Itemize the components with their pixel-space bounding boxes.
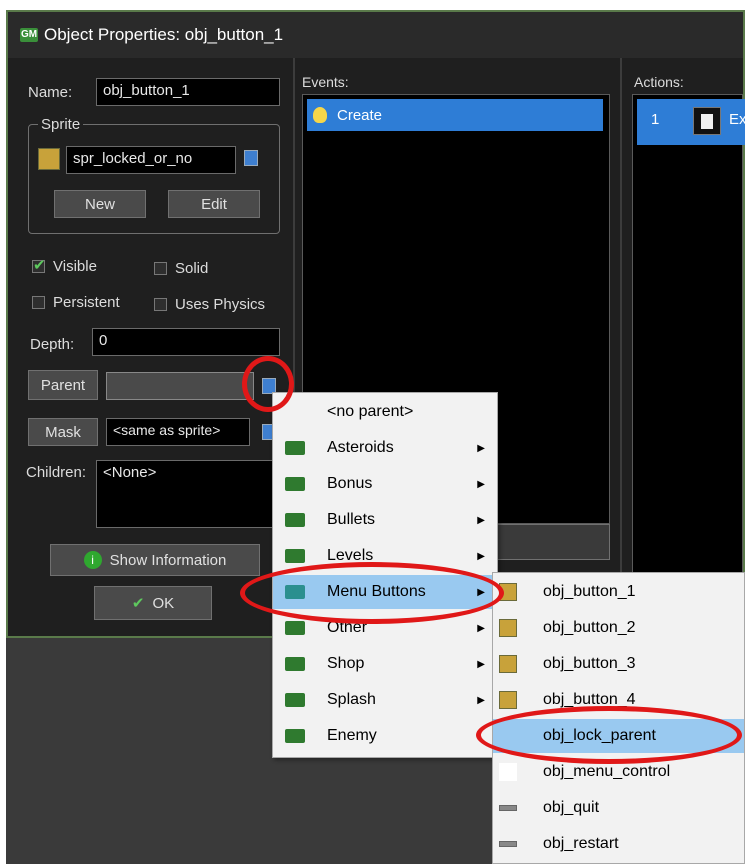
submenu-item-label: obj_button_1 [543, 583, 636, 600]
submenu-arrow-icon: ▶ [477, 478, 485, 490]
menu-item-enemy[interactable]: Enemy [273, 719, 497, 753]
sprite-new-button[interactable]: New [54, 190, 146, 218]
folder-icon [285, 621, 305, 635]
sprite-icon [499, 691, 517, 709]
menu-item-no-parent[interactable]: <no parent> [273, 395, 497, 429]
children-list[interactable]: <None> [96, 460, 280, 528]
persistent-checkbox[interactable]: Persistent [32, 294, 120, 311]
action-row-1[interactable]: 1 Ex [637, 99, 745, 145]
name-input[interactable]: obj_button_1 [96, 78, 280, 106]
menu-item-splash[interactable]: Splash ▶ [273, 683, 497, 717]
annotation-ring-parent-picker [242, 356, 294, 412]
uses-physics-label: Uses Physics [175, 296, 266, 313]
action-text: Ex [729, 111, 745, 128]
submenu-item-label: obj_button_3 [543, 655, 636, 672]
visible-checkbox[interactable]: Visible [32, 256, 97, 275]
folder-icon [285, 549, 305, 563]
menu-item-bonus[interactable]: Bonus ▶ [273, 467, 497, 501]
submenu-item-obj-restart[interactable]: obj_restart [493, 827, 744, 861]
menu-item-label: Bonus [327, 475, 373, 492]
folder-icon [285, 693, 305, 707]
submenu-arrow-icon: ▶ [477, 658, 485, 670]
persistent-label: Persistent [53, 294, 120, 311]
event-create-label: Create [337, 106, 383, 124]
mask-field[interactable]: <same as sprite> [106, 418, 250, 446]
folder-icon [285, 729, 305, 743]
children-label: Children: [26, 464, 87, 481]
solid-check-box [154, 262, 167, 275]
folder-icon [285, 441, 305, 455]
ok-label: OK [152, 594, 175, 612]
actions-list[interactable]: 1 Ex [632, 94, 745, 614]
visible-label: Visible [53, 258, 97, 275]
mask-button[interactable]: Mask [28, 418, 98, 446]
object-icon [499, 763, 517, 781]
submenu-item-label: obj_restart [543, 835, 619, 852]
submenu-item-obj-quit[interactable]: obj_quit [493, 791, 744, 825]
sprite-icon [499, 655, 517, 673]
submenu-arrow-icon: ▶ [477, 550, 485, 562]
name-label: Name: [28, 84, 73, 101]
sprite-edit-button[interactable]: Edit [168, 190, 260, 218]
info-icon: i [83, 551, 102, 569]
visible-check-icon [32, 256, 46, 274]
sprite-group-label: Sprite [38, 116, 84, 133]
column-separator-right [620, 58, 622, 636]
solid-checkbox[interactable]: Solid [154, 260, 208, 277]
actions-header: Actions: [634, 74, 684, 90]
submenu-item-obj-button-1[interactable]: obj_button_1 [493, 575, 744, 609]
folder-icon [285, 513, 305, 527]
solid-label: Solid [175, 260, 209, 277]
uses-physics-check-box [154, 298, 167, 311]
sprite-picker-icon[interactable] [244, 150, 258, 166]
show-information-button[interactable]: i Show Information [50, 544, 260, 576]
menu-item-label: Asteroids [327, 439, 394, 456]
menu-item-label: Splash [327, 691, 376, 708]
annotation-ring-menu-buttons [240, 562, 504, 624]
annotation-ring-lock-parent [476, 706, 742, 764]
submenu-item-label: obj_quit [543, 799, 600, 816]
submenu-item-obj-button-3[interactable]: obj_button_3 [493, 647, 744, 681]
submenu-item-label: obj_button_2 [543, 619, 636, 636]
depth-label: Depth: [30, 336, 75, 353]
submenu-arrow-icon: ▶ [477, 694, 485, 706]
ok-button[interactable]: ✔ OK [94, 586, 212, 620]
checkmark-icon: ✔ [131, 595, 145, 612]
menu-item-label: <no parent> [327, 403, 414, 420]
show-information-label: Show Information [109, 551, 227, 569]
sprite-thumbnail-icon [38, 148, 60, 170]
execute-code-icon [693, 107, 721, 135]
submenu-arrow-icon: ▶ [477, 514, 485, 526]
parent-button[interactable]: Parent [28, 370, 98, 400]
sprite-icon [499, 619, 517, 637]
folder-icon [285, 657, 305, 671]
menu-item-asteroids[interactable]: Asteroids ▶ [273, 431, 497, 465]
submenu-arrow-icon: ▶ [477, 442, 485, 454]
action-index: 1 [651, 111, 660, 128]
depth-input[interactable]: 0 [92, 328, 280, 356]
button-sprite-icon [499, 841, 517, 847]
submenu-arrow-icon: ▶ [477, 622, 485, 634]
events-header: Events: [302, 74, 349, 90]
folder-icon [285, 477, 305, 491]
sprite-input[interactable]: spr_locked_or_no [66, 146, 236, 174]
menu-item-bullets[interactable]: Bullets ▶ [273, 503, 497, 537]
gamemaker-logo-icon: GM [20, 28, 38, 42]
submenu-item-obj-button-2[interactable]: obj_button_2 [493, 611, 744, 645]
button-sprite-icon [499, 805, 517, 811]
uses-physics-checkbox[interactable]: Uses Physics [154, 296, 265, 313]
window-title: Object Properties: obj_button_1 [44, 25, 284, 44]
persistent-check-box [32, 296, 45, 309]
menu-item-label: Shop [327, 655, 365, 672]
menu-item-label: Bullets [327, 511, 376, 528]
menu-item-label: Enemy [327, 727, 377, 744]
title-bar[interactable]: GM Object Properties: obj_button_1 [8, 12, 743, 58]
menu-item-shop[interactable]: Shop ▶ [273, 647, 497, 681]
event-bottom-button[interactable] [494, 524, 610, 560]
submenu-item-label: obj_menu_control [543, 763, 671, 780]
event-create[interactable]: Create [307, 99, 603, 131]
parent-field[interactable] [106, 372, 254, 400]
lightbulb-icon [313, 107, 327, 123]
